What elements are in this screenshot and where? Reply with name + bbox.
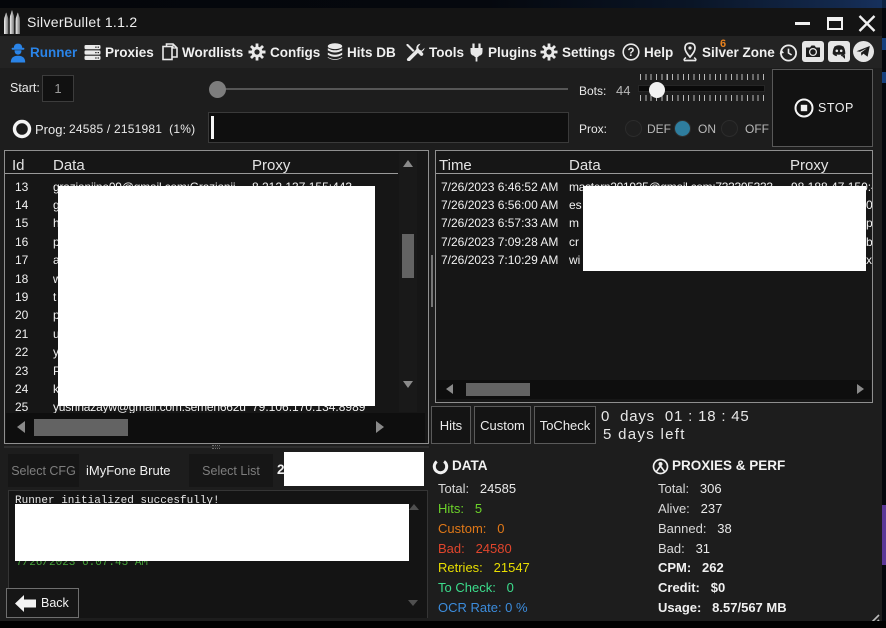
- svg-text:?: ?: [627, 47, 634, 59]
